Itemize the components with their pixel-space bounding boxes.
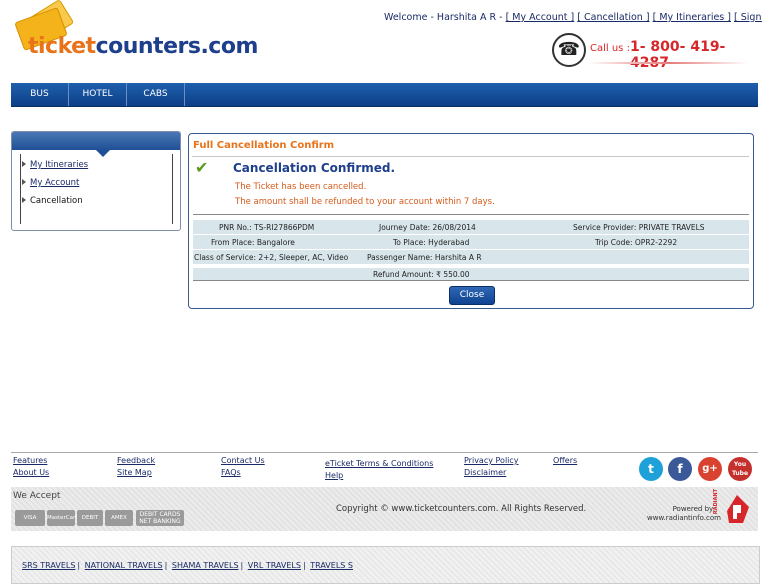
sidebar-item-cancellation[interactable]: Cancellation (22, 196, 83, 206)
call-label: Call us : (590, 43, 630, 54)
powered-by: Powered by: www.radiantinfo.com (647, 505, 721, 523)
radiant-logo-icon: RADIANT (713, 489, 753, 527)
from-place: From Place: Bangalore (211, 238, 295, 247)
sidebar-item-label: Cancellation (30, 196, 83, 206)
partner-link[interactable]: NATIONAL TRAVELS (85, 561, 163, 570)
cancellation-panel: Full Cancellation Confirm ✔ Cancellation… (188, 133, 754, 309)
sidebar-item-label[interactable]: My Itineraries (30, 160, 88, 170)
partner-list: SRS TRAVELS | NATIONAL TRAVELS | SHAMA TRA… (22, 561, 353, 570)
refund-row: Refund Amount: ₹ 550.00 (193, 268, 749, 281)
call-underline (588, 62, 748, 64)
my-itineraries-link[interactable]: [ My Itineraries ] (653, 12, 731, 23)
debit-card-icon: DEBIT (77, 510, 103, 526)
welcome-text: Welcome - Harshita A R - (384, 12, 503, 23)
call-us-box: ☎ Call us : 1- 800- 419- 4287 (552, 33, 752, 71)
facebook-icon[interactable]: f (668, 457, 692, 481)
netbanking-icon: DEBIT CARDS NET BANKING (136, 510, 184, 526)
partner-link[interactable]: SRS TRAVELS (22, 561, 75, 570)
call-number: 1- 800- 419- 4287 (630, 39, 726, 71)
sidebar-item-account[interactable]: My Account (22, 178, 79, 188)
youtube-icon[interactable]: You Tube (728, 457, 752, 481)
sidebar-item-label[interactable]: My Account (30, 178, 79, 188)
checkmark-icon: ✔ (195, 158, 209, 177)
details-row: Class of Service: 2+2, Sleeper, AC, Vide… (193, 250, 749, 264)
radiant-text: RADIANT (713, 489, 719, 515)
copyright-text: Copyright © www.ticketcounters.com. All … (336, 504, 587, 514)
partner-link[interactable]: SHAMA TRAVELS (172, 561, 239, 570)
footer-link-help[interactable]: Help (325, 471, 343, 480)
main-nav: BUS HOTEL CABS (11, 83, 758, 107)
refund-amount: Refund Amount: ₹ 550.00 (373, 270, 470, 279)
sign-out-link[interactable]: [ Sign Out ] (734, 12, 762, 23)
arrow-right-icon (22, 197, 26, 203)
service-provider: Service Provider: PRIVATE TRAVELS (573, 223, 705, 232)
mastercard-icon: MasterCard (47, 510, 79, 526)
nav-cabs[interactable]: CABS (127, 83, 185, 106)
partner-link[interactable]: TRAVELS S (310, 561, 353, 570)
arrow-right-icon (22, 179, 26, 185)
twitter-icon[interactable]: t (639, 457, 663, 481)
amex-card-icon: AMEX (105, 510, 133, 526)
divider (192, 156, 749, 157)
powered-by-url: www.radiantinfo.com (647, 514, 721, 522)
sidebar-notch (96, 150, 110, 157)
footer-link-disclaimer[interactable]: Disclaimer (464, 468, 506, 477)
trip-code: Trip Code: OPR2-2292 (595, 238, 678, 247)
radiant-logo-shape (727, 495, 749, 523)
footer-link-contact[interactable]: Contact Us (221, 456, 265, 465)
nav-hotel[interactable]: HOTEL (69, 83, 127, 106)
panel-title: Full Cancellation Confirm (193, 140, 335, 151)
partner-link[interactable]: VRL TRAVELS (248, 561, 301, 570)
close-button[interactable]: Close (449, 286, 495, 305)
to-place: To Place: Hyderabad (393, 238, 470, 247)
google-plus-icon[interactable]: g+ (698, 457, 722, 481)
site-logo[interactable]: ticketcounters.com (14, 0, 258, 70)
sidebar-header (12, 132, 180, 150)
visa-card-icon: VISA (15, 510, 45, 526)
welcome-bar: Welcome - Harshita A R - [ My Account ] … (384, 12, 762, 23)
we-accept-label: We Accept (13, 491, 61, 501)
class-of-service: Class of Service: 2+2, Sleeper, AC, Vide… (194, 253, 349, 262)
confirmation-heading: Cancellation Confirmed. (233, 161, 396, 175)
cancel-message: The Ticket has been cancelled. (235, 182, 367, 192)
refund-message: The amount shall be refunded to your acc… (235, 197, 495, 207)
footer-link-offers[interactable]: Offers (553, 456, 577, 465)
details-row: PNR No.: TS-RI27866PDM Journey Date: 26/… (193, 220, 749, 234)
footer-link-sitemap[interactable]: Site Map (117, 468, 152, 477)
my-account-link[interactable]: [ My Account ] (506, 12, 575, 23)
logo-wordmark: ticketcounters.com (28, 34, 258, 59)
footer-link-terms[interactable]: eTicket Terms & Conditions (325, 459, 433, 468)
sidebar-item-itineraries[interactable]: My Itineraries (22, 160, 88, 170)
details-row: From Place: Bangalore To Place: Hyderaba… (193, 235, 749, 249)
footer-link-features[interactable]: Features (13, 456, 47, 465)
nav-bus[interactable]: BUS (11, 83, 69, 106)
footer-divider (11, 452, 758, 453)
cancellation-link[interactable]: [ Cancellation ] (577, 12, 649, 23)
journey-date: Journey Date: 26/08/2014 (379, 223, 476, 232)
phone-icon: ☎ (552, 33, 586, 67)
powered-by-label: Powered by: (672, 505, 715, 513)
footer-link-faqs[interactable]: FAQs (221, 468, 241, 477)
passenger-name: Passenger Name: Harshita A R (367, 253, 482, 262)
partner-travels-strip: SRS TRAVELS | NATIONAL TRAVELS | SHAMA TRA… (11, 546, 760, 584)
sidebar-rail-left (20, 154, 21, 224)
sidebar-rail-right (172, 154, 173, 224)
payment-strip: We Accept VISA MasterCard DEBIT AMEX DEB… (11, 487, 758, 531)
footer-link-feedback[interactable]: Feedback (117, 456, 155, 465)
account-sidebar: My Itineraries My Account Cancellation (11, 131, 181, 231)
pnr-value: PNR No.: TS-RI27866PDM (219, 223, 315, 232)
footer-link-privacy[interactable]: Privacy Policy (464, 456, 519, 465)
footer-link-about[interactable]: About Us (13, 468, 49, 477)
arrow-right-icon (22, 161, 26, 167)
